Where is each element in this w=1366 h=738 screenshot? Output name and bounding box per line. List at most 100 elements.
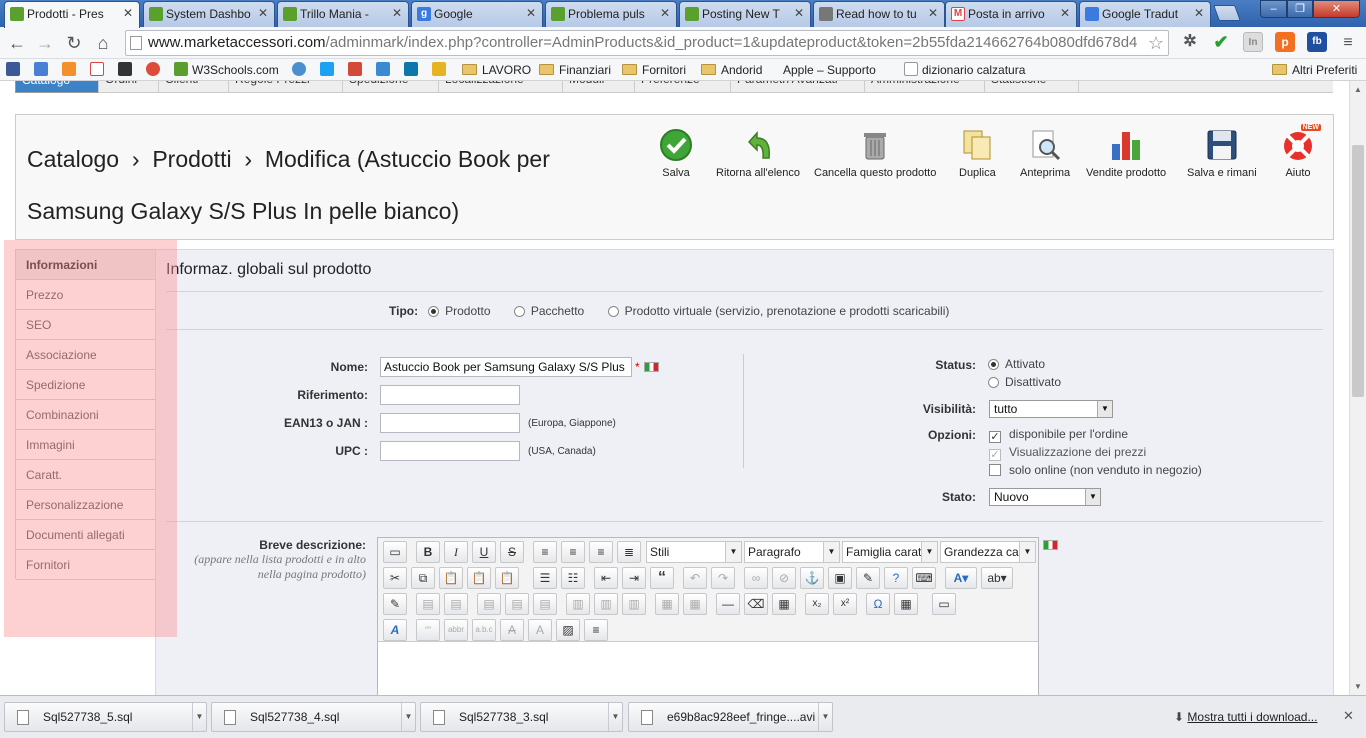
linkedin-extension-icon[interactable]: In — [1243, 32, 1263, 52]
menu-regole-prezzi[interactable]: Regole Prezzi — [229, 81, 343, 93]
scroll-up-icon[interactable]: ▲ — [1354, 85, 1362, 94]
bookmark-apple-supporto[interactable]: Apple – Supporto — [779, 62, 876, 78]
close-tab-icon[interactable]: ✕ — [526, 6, 536, 20]
close-tab-icon[interactable]: ✕ — [258, 6, 268, 20]
tab-posting-new[interactable]: Posting New T ✕ — [679, 1, 811, 27]
table-cell-props-icon[interactable]: ▤ — [444, 593, 468, 615]
horizontal-rule-icon[interactable]: — — [716, 593, 740, 615]
address-bar[interactable]: www.marketaccessori.com/adminmark/index.… — [125, 30, 1169, 56]
menu-statistiche[interactable]: Statistiche — [985, 81, 1079, 93]
menu-catalogo[interactable]: Catalogo — [15, 81, 99, 93]
align-left-icon[interactable]: ≡ — [533, 541, 557, 563]
reload-icon[interactable]: ↻ — [62, 31, 86, 55]
insert-col-after-icon[interactable]: ▥ — [594, 593, 618, 615]
bookmark-calendar-icon[interactable] — [34, 62, 52, 78]
image-icon[interactable]: ▣ — [828, 567, 852, 589]
bookmark-tasks-icon[interactable] — [376, 62, 394, 78]
bullet-list-icon[interactable]: ☰ — [533, 567, 557, 589]
download-item[interactable]: Sql527738_3.sql ▼ — [420, 702, 623, 732]
ean13-field[interactable] — [380, 413, 520, 433]
back-to-list-button[interactable]: Ritorna all'elenco — [716, 128, 800, 179]
tab-gmail[interactable]: M Posta in arrivo ✕ — [945, 1, 1077, 27]
bookmark-folder-fornitori[interactable]: Fornitori — [622, 62, 686, 78]
tab-google-traduttore[interactable]: Google Tradut ✕ — [1079, 1, 1211, 27]
close-tab-icon[interactable]: ✕ — [1060, 6, 1070, 20]
bookmark-folder-andorid[interactable]: Andorid — [701, 62, 762, 78]
close-window-button[interactable]: ✕ — [1313, 0, 1360, 18]
maximize-button[interactable]: ❐ — [1287, 0, 1313, 18]
media-icon[interactable]: ▦ — [894, 593, 918, 615]
split-cells-icon[interactable]: ▦ — [655, 593, 679, 615]
tipo-option-pacchetto[interactable]: Pacchetto — [513, 304, 584, 318]
download-item[interactable]: Sql527738_4.sql ▼ — [211, 702, 416, 732]
menu-preferenze[interactable]: Preferenze — [635, 81, 731, 93]
acronym-icon[interactable]: a.b.c — [472, 619, 496, 641]
bookmark-w3schools[interactable]: W3Schools.com — [174, 62, 279, 78]
option-visualizzazione-prezzi[interactable]: ✓ Visualizzazione dei prezzi — [989, 445, 1146, 461]
superscript-icon[interactable]: x² — [833, 593, 857, 615]
tab-google[interactable]: g Google ✕ — [411, 1, 543, 27]
sidebar-item-informazioni[interactable]: Informazioni — [16, 250, 155, 280]
bookmark-altri-preferiti[interactable]: Altri Preferiti — [1272, 62, 1357, 78]
paste-text-icon[interactable]: 📋 — [467, 567, 491, 589]
subscript-icon[interactable]: x₂ — [805, 593, 829, 615]
insert-row-before-icon[interactable]: ▤ — [477, 593, 501, 615]
abbr-icon[interactable]: abbr — [444, 619, 468, 641]
align-center-icon[interactable]: ≡ — [561, 541, 585, 563]
undo-icon[interactable]: ↶ — [683, 567, 707, 589]
bug-extension-icon[interactable]: ✲ — [1180, 32, 1200, 52]
menu-icon[interactable]: ≡ — [1336, 31, 1360, 55]
menu-amministrazione[interactable]: Amministrazione — [865, 81, 985, 93]
delete-row-icon[interactable]: ▤ — [533, 593, 557, 615]
minimize-button[interactable]: – — [1260, 0, 1287, 18]
menu-localizzazione[interactable]: Localizzazione — [439, 81, 563, 93]
bookmark-chrome-icon[interactable] — [146, 62, 164, 78]
sidebar-item-personalizzazione[interactable]: Personalizzazione — [16, 490, 155, 520]
bookmark-gplus-icon[interactable] — [348, 62, 366, 78]
bookmark-folder-finanziari[interactable]: Finanziari — [539, 62, 611, 78]
blockquote-icon[interactable]: “ — [650, 567, 674, 589]
check-extension-icon[interactable]: ✔ — [1211, 32, 1231, 52]
p-extension-icon[interactable]: p — [1275, 32, 1295, 52]
delete-product-button[interactable]: Cancella questo prodotto — [814, 128, 936, 179]
home-icon[interactable]: ⌂ — [91, 31, 115, 55]
sidebar-item-immagini[interactable]: Immagini — [16, 430, 155, 460]
tab-problema[interactable]: Problema puls ✕ — [545, 1, 677, 27]
menu-spedizione[interactable]: Spedizione — [343, 81, 439, 93]
chevron-down-icon[interactable]: ▼ — [818, 703, 832, 731]
font-family-dropdown[interactable]: Famiglia caratte ▼ — [842, 541, 938, 563]
menu-clienti[interactable]: Clienti — [159, 81, 229, 93]
back-arrow-icon[interactable]: ← — [5, 31, 29, 55]
delete-col-icon[interactable]: ▥ — [622, 593, 646, 615]
tab-prodotti[interactable]: Prodotti - Pres ✕ — [4, 1, 140, 28]
sidebar-item-associazione[interactable]: Associazione — [16, 340, 155, 370]
breadcrumb-prodotti[interactable]: Prodotti — [152, 146, 231, 172]
text-color-icon[interactable]: A▾ — [945, 567, 977, 589]
save-button[interactable]: Salva — [659, 128, 693, 179]
sidebar-item-fornitori[interactable]: Fornitori — [16, 550, 155, 580]
flag-italy-icon[interactable] — [1043, 540, 1058, 550]
font-size-dropdown[interactable]: Grandezza cara ▼ — [940, 541, 1036, 563]
bookmark-folder-lavoro[interactable]: LAVORO — [462, 62, 531, 78]
bookmark-rss-icon[interactable] — [62, 62, 80, 78]
bookmark-dizionario[interactable]: dizionario calzatura — [904, 62, 1025, 78]
riferimento-field[interactable] — [380, 385, 520, 405]
nome-field[interactable]: Astuccio Book per Samsung Galaxy S/S Plu… — [380, 357, 632, 377]
fb-extension-icon[interactable]: fb — [1307, 32, 1327, 52]
close-download-shelf-icon[interactable]: ✕ — [1343, 708, 1354, 724]
close-tab-icon[interactable]: ✕ — [660, 6, 670, 20]
help-icon[interactable]: ? — [884, 567, 908, 589]
insert-col-before-icon[interactable]: ▥ — [566, 593, 590, 615]
bookmark-gmail-icon[interactable] — [90, 62, 108, 78]
remove-format-icon[interactable]: ⌫ — [744, 593, 768, 615]
table-row-props-icon[interactable]: ▤ — [416, 593, 440, 615]
show-all-downloads-link[interactable]: ⬇ Mostra tutti i download... — [1174, 710, 1317, 724]
menu-parametri-avanzati[interactable]: Parametri Avanzati — [731, 81, 865, 93]
numbered-list-icon[interactable]: ☷ — [561, 567, 585, 589]
bookmark-star-icon[interactable]: ☆ — [1148, 31, 1164, 55]
sidebar-item-combinazioni[interactable]: Combinazioni — [16, 400, 155, 430]
sidebar-item-spedizione[interactable]: Spedizione — [16, 370, 155, 400]
upc-field[interactable] — [380, 441, 520, 461]
status-attivato[interactable]: Attivato — [988, 357, 1045, 371]
fullscreen-icon[interactable]: ▭ — [932, 593, 956, 615]
